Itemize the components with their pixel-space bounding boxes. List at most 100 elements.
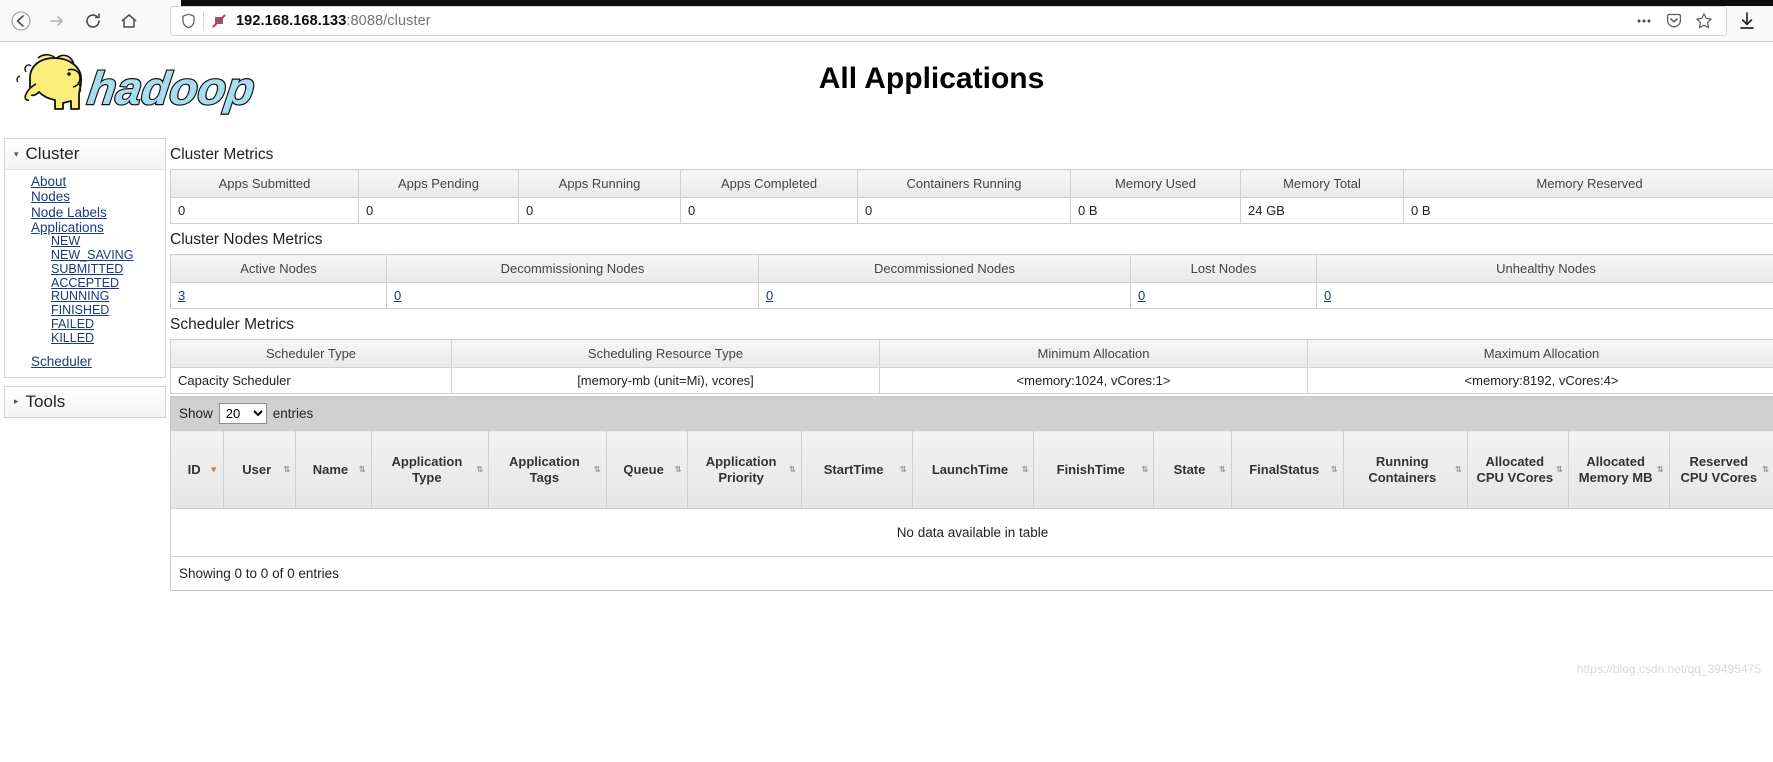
col-apps-running[interactable]: Apps Running	[518, 169, 681, 198]
scheduler-metrics-header-row: Scheduler Type Scheduling Resource Type …	[170, 339, 1773, 368]
decommissioned-nodes-link[interactable]: 0	[766, 288, 773, 303]
col-name[interactable]: Name ⇅	[295, 430, 372, 509]
sort-icon: ⇅	[1455, 464, 1462, 474]
col-application-type[interactable]: Application Type ⇅	[370, 430, 490, 509]
cluster-nodes-row: 3 0 0 0 0	[170, 282, 1773, 309]
sort-icon: ⇅	[674, 464, 682, 474]
col-memory-used[interactable]: Memory Used	[1070, 169, 1241, 198]
chevron-down-icon[interactable]: ▾	[14, 149, 19, 159]
col-apps-submitted[interactable]: Apps Submitted	[170, 169, 359, 198]
sort-icon: ⇅	[476, 464, 484, 474]
urlbar-actions	[1632, 9, 1720, 33]
sidebar-item-node-labels[interactable]: Node Labels	[5, 205, 165, 220]
col-memory-reserved[interactable]: Memory Reserved	[1403, 169, 1773, 198]
col-minimum-allocation[interactable]: Minimum Allocation	[879, 339, 1308, 368]
cluster-nodes-metrics-title: Cluster Nodes Metrics	[170, 231, 323, 248]
col-apps-completed[interactable]: Apps Completed	[680, 169, 858, 198]
forward-button[interactable]	[40, 4, 74, 38]
cell-maximum-allocation: <memory:8192, vCores:4>	[1307, 367, 1773, 394]
back-arrow-icon	[11, 10, 31, 31]
shield-icon[interactable]	[177, 13, 199, 29]
col-reserved-cpu-vcores[interactable]: Reserved CPU VCores ⇅	[1668, 430, 1773, 509]
sidebar-item-submitted[interactable]: SUBMITTED	[5, 262, 165, 277]
sidebar-tools-header[interactable]: ▸ Tools	[5, 386, 165, 417]
sort-icon: ⇅	[593, 464, 601, 474]
col-containers-running[interactable]: Containers Running	[857, 169, 1071, 198]
sort-icon: ⇅	[1021, 464, 1029, 474]
col-application-priority-label: Application Priority	[705, 454, 777, 485]
pocket-icon[interactable]	[1662, 9, 1686, 33]
sidebar-item-accepted[interactable]: ACCEPTED	[5, 276, 165, 291]
col-finalstatus[interactable]: FinalStatus ⇅	[1230, 430, 1344, 509]
col-application-priority[interactable]: Application Priority ⇅	[686, 430, 802, 509]
home-button[interactable]	[112, 4, 146, 38]
cell-memory-used: 0 B	[1070, 197, 1241, 224]
col-launchtime-label: LaunchTime	[931, 461, 1009, 477]
sidebar-cluster-header[interactable]: ▾ Cluster	[5, 139, 165, 170]
sidebar-item-nodes[interactable]: Nodes	[5, 189, 165, 204]
sidebar-item-scheduler[interactable]: Scheduler	[5, 354, 165, 369]
col-scheduler-type[interactable]: Scheduler Type	[170, 339, 452, 368]
col-allocated-memory-mb[interactable]: Allocated Memory MB ⇅	[1567, 430, 1670, 509]
col-finishtime[interactable]: FinishTime ⇅	[1033, 430, 1155, 509]
sidebar-item-running[interactable]: RUNNING	[5, 290, 165, 304]
urlbar-divider	[203, 11, 204, 30]
col-application-type-label: Application Type	[391, 454, 463, 485]
page-layout: ▾ Cluster About Nodes Node Labels Applic…	[0, 128, 1773, 591]
star-icon[interactable]	[1692, 9, 1716, 33]
col-user[interactable]: User ⇅	[223, 430, 297, 509]
scheduler-metrics-title: Scheduler Metrics	[170, 316, 295, 333]
col-application-tags-label: Application Tags	[508, 454, 580, 485]
decommissioning-nodes-link[interactable]: 0	[394, 288, 401, 303]
col-name-label: Name	[312, 461, 349, 477]
page-size-select[interactable]: 20 40 60 80 100	[218, 403, 267, 424]
sidebar-item-applications[interactable]: Applications	[5, 220, 165, 235]
col-unhealthy-nodes[interactable]: Unhealthy Nodes	[1316, 254, 1773, 283]
col-running-containers[interactable]: Running Containers ⇅	[1342, 430, 1468, 509]
cell-apps-running: 0	[518, 197, 681, 224]
col-id[interactable]: ID ▼	[169, 430, 225, 509]
sort-icon: ⇅	[1556, 464, 1563, 474]
col-application-tags[interactable]: Application Tags ⇅	[488, 430, 607, 509]
sort-icon: ⇅	[358, 464, 366, 474]
blocked-permission-icon[interactable]	[208, 13, 230, 29]
col-scheduling-resource-type[interactable]: Scheduling Resource Type	[451, 339, 880, 368]
col-lost-nodes[interactable]: Lost Nodes	[1130, 254, 1317, 283]
sidebar-item-new[interactable]: NEW	[5, 234, 165, 249]
forward-arrow-icon	[47, 11, 67, 31]
col-state[interactable]: State ⇅	[1153, 430, 1232, 509]
applications-empty-row: No data available in table	[170, 508, 1773, 557]
col-memory-total[interactable]: Memory Total	[1240, 169, 1404, 198]
col-queue[interactable]: Queue ⇅	[605, 430, 688, 509]
cell-unhealthy-nodes: 0	[1316, 282, 1773, 309]
sidebar-item-about[interactable]: About	[5, 174, 165, 189]
col-allocated-memory-mb-label: Allocated Memory MB	[1578, 454, 1653, 485]
empty-table-message: No data available in table	[170, 508, 1773, 557]
cluster-metrics-row: 0 0 0 0 0 0 B 24 GB 0 B	[170, 197, 1773, 224]
col-allocated-cpu-vcores[interactable]: Allocated CPU VCores ⇅	[1466, 430, 1569, 509]
ellipsis-icon[interactable]	[1632, 9, 1656, 33]
unhealthy-nodes-link[interactable]: 0	[1324, 288, 1331, 303]
reload-button[interactable]	[76, 4, 110, 38]
address-bar[interactable]: 192.168.168.133:8088/cluster	[170, 5, 1727, 36]
col-launchtime[interactable]: LaunchTime ⇅	[911, 430, 1035, 509]
col-starttime[interactable]: StartTime ⇅	[800, 430, 913, 509]
entries-label: entries	[272, 406, 314, 421]
col-decommissioning-nodes[interactable]: Decommissioning Nodes	[386, 254, 759, 283]
chevron-right-icon[interactable]: ▸	[14, 397, 19, 406]
active-nodes-link[interactable]: 3	[178, 288, 185, 303]
col-apps-pending[interactable]: Apps Pending	[358, 169, 519, 198]
sidebar-item-new-saving[interactable]: NEW_SAVING	[5, 248, 165, 263]
back-button[interactable]	[4, 4, 38, 38]
lost-nodes-link[interactable]: 0	[1138, 288, 1145, 303]
sidebar-cluster-body: About Nodes Node Labels Applications NEW…	[5, 170, 165, 377]
col-decommissioned-nodes[interactable]: Decommissioned Nodes	[758, 254, 1131, 283]
col-active-nodes[interactable]: Active Nodes	[170, 254, 387, 283]
download-arrow-icon[interactable]	[1735, 9, 1759, 33]
sidebar-item-failed[interactable]: FAILED	[5, 317, 165, 332]
sort-icon: ⇅	[1762, 464, 1769, 474]
col-maximum-allocation[interactable]: Maximum Allocation	[1307, 339, 1773, 368]
sidebar-item-killed[interactable]: KILLED	[5, 331, 165, 346]
sidebar-item-finished[interactable]: FINISHED	[5, 303, 165, 318]
